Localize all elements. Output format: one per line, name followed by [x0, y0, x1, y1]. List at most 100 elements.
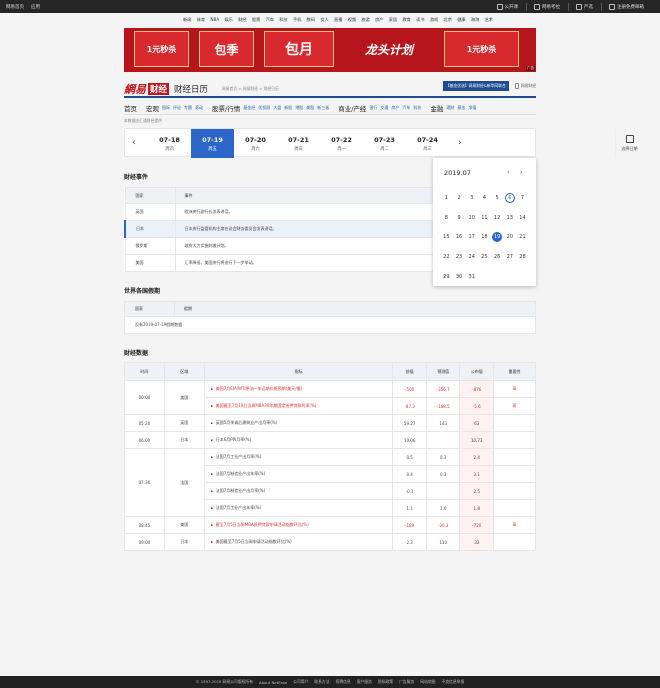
- breadcrumb[interactable]: 网易首页 > 网易财经 > 财经日历: [222, 86, 279, 92]
- date-tab[interactable]: 07-19 周五: [191, 129, 234, 158]
- date-tab[interactable]: 07-20 周六: [234, 129, 277, 158]
- calendar-day[interactable]: 31: [465, 274, 478, 280]
- calendar-day[interactable]: 8: [440, 215, 453, 221]
- subnav-sub[interactable]: 交通: [380, 105, 388, 111]
- calendar-day[interactable]: 14: [516, 215, 529, 221]
- subnav-sub[interactable]: 净值: [468, 105, 476, 111]
- choose-date-button[interactable]: 选择日期: [615, 129, 643, 158]
- subnav-sub[interactable]: 优投顾: [258, 105, 270, 111]
- nav-link[interactable]: 艺术: [485, 17, 493, 23]
- nav-link[interactable]: 北京: [444, 17, 452, 23]
- subnav-sub[interactable]: 汽车: [402, 105, 410, 111]
- nav-link[interactable]: 股票: [252, 17, 260, 23]
- nav-link[interactable]: 财经: [238, 17, 246, 23]
- netease-logo[interactable]: 網易: [124, 81, 146, 97]
- calendar-day[interactable]: 29: [440, 274, 453, 280]
- promo-button[interactable]: 【基金优选】网易财经&新华网联合: [442, 81, 509, 91]
- nav-link[interactable]: 手机: [293, 17, 301, 23]
- subnav-sub[interactable]: 科技: [413, 105, 421, 111]
- subnav-sub[interactable]: 基金: [457, 105, 465, 111]
- calendar-day[interactable]: 7: [516, 195, 529, 201]
- footer-link[interactable]: 联系方法: [314, 679, 329, 685]
- calendar-day[interactable]: 11: [478, 215, 491, 221]
- calendar-day[interactable]: 21: [516, 234, 529, 240]
- calendar-day[interactable]: 27: [503, 254, 516, 260]
- nav-link[interactable]: 视频: [348, 17, 356, 23]
- calendar-day[interactable]: 1: [440, 195, 453, 201]
- nav-link[interactable]: 女人: [320, 17, 328, 23]
- calendar-day[interactable]: 16: [453, 234, 466, 240]
- subnav-main[interactable]: 宏观: [146, 103, 159, 113]
- calendar-day[interactable]: 4: [478, 195, 491, 201]
- picker-prev-icon[interactable]: ‹: [507, 169, 509, 176]
- calendar-day[interactable]: 22: [440, 254, 453, 260]
- nav-link[interactable]: 读书: [416, 17, 424, 23]
- table-row[interactable]: 06:00日本日本6月PPI月率(%)10.06 10.73: [124, 431, 536, 449]
- subnav-sub[interactable]: 理财: [446, 105, 454, 111]
- footer-link[interactable]: 招聘信息: [336, 679, 351, 685]
- promo-card[interactable]: 1元秒杀: [134, 31, 189, 67]
- subnav-sub[interactable]: 银行: [369, 105, 377, 111]
- nav-link[interactable]: 旅游: [361, 17, 369, 23]
- subnav-sub[interactable]: 大盘: [273, 105, 281, 111]
- topbar-link[interactable]: 应用: [31, 5, 40, 10]
- nav-link[interactable]: 海淘: [471, 17, 479, 23]
- footer-link[interactable]: 网站地图: [420, 679, 435, 685]
- promo-card[interactable]: 包月: [264, 31, 334, 67]
- nav-link[interactable]: 数码: [307, 17, 315, 23]
- subnav-main[interactable]: 金融: [430, 103, 443, 113]
- ad-banner[interactable]: 1元秒杀 包季 包月 龙头计划 1元秒杀 广告: [124, 28, 536, 72]
- calendar-day[interactable]: 25: [478, 254, 491, 260]
- calendar-day[interactable]: 23: [453, 254, 466, 260]
- subnav-main[interactable]: 股票/行情: [212, 103, 240, 113]
- next-week-arrow-icon[interactable]: ›: [458, 138, 462, 148]
- nav-link[interactable]: 游戏: [430, 17, 438, 23]
- calendar-day[interactable]: 2: [453, 195, 466, 201]
- subnav-sub[interactable]: 专题: [184, 105, 192, 111]
- prev-week-arrow-icon[interactable]: ‹: [132, 138, 136, 148]
- footer-link[interactable]: 不良信息举报: [441, 679, 464, 685]
- subnav-main[interactable]: 首页: [124, 103, 137, 113]
- subnav-sub[interactable]: 新股: [284, 105, 292, 111]
- table-row[interactable]: 08:45美国截至7月5日当周MBA抵押贷款申请活动指数环比(%)-189-20…: [124, 516, 536, 534]
- nav-link[interactable]: 房产: [375, 17, 383, 23]
- footer-link[interactable]: 隐私政策: [378, 679, 393, 685]
- nav-link[interactable]: NBA: [210, 17, 219, 23]
- promo-card[interactable]: 龙头计划: [344, 31, 434, 67]
- topbar-item[interactable]: 注册免费邮箱: [609, 4, 644, 10]
- nav-link[interactable]: 娱乐: [225, 17, 233, 23]
- nav-link[interactable]: 新闻: [183, 17, 191, 23]
- calendar-day[interactable]: 19: [491, 232, 504, 243]
- table-row[interactable]: 09:00日本美国截至7月5日当周申请活动指数环比(%)2.311033: [124, 533, 536, 551]
- topbar-item[interactable]: 严选: [576, 4, 593, 10]
- footer-link[interactable]: 公司简介: [293, 679, 308, 685]
- calendar-day[interactable]: 26: [491, 254, 504, 260]
- subnav-sub[interactable]: 评论: [173, 105, 181, 111]
- nav-link[interactable]: 直播: [334, 17, 342, 23]
- calendar-day[interactable]: 24: [465, 254, 478, 260]
- date-tab[interactable]: 07-23 周二: [363, 129, 406, 158]
- nav-link[interactable]: 科技: [279, 17, 287, 23]
- topbar-item[interactable]: 公开课: [496, 4, 518, 10]
- subnav-sub[interactable]: 港股: [295, 105, 303, 111]
- calendar-day[interactable]: 9: [453, 215, 466, 221]
- footer-link[interactable]: About NetEase: [259, 680, 287, 685]
- subnav-sub[interactable]: 美股: [306, 105, 314, 111]
- calendar-day[interactable]: 12: [491, 215, 504, 221]
- nav-link[interactable]: 汽车: [266, 17, 274, 23]
- calendar-day[interactable]: 28: [516, 254, 529, 260]
- calendar-day[interactable]: 13: [503, 215, 516, 221]
- subnav-main[interactable]: 商业/产经: [338, 103, 366, 113]
- calendar-day[interactable]: 5: [491, 195, 504, 201]
- promo-card[interactable]: 1元秒杀: [444, 31, 519, 67]
- calendar-day[interactable]: 17: [465, 234, 478, 240]
- calendar-day[interactable]: 6: [503, 192, 516, 203]
- nav-link[interactable]: 家居: [389, 17, 397, 23]
- nav-link[interactable]: 体育: [197, 17, 205, 23]
- subnav-sub[interactable]: 新三板: [317, 105, 329, 111]
- date-tab[interactable]: 07-22 周一: [320, 129, 363, 158]
- subnav-sub[interactable]: 国际: [162, 105, 170, 111]
- footer-link[interactable]: © 1997-2019 网易公司版权所有: [196, 679, 253, 685]
- picker-next-icon[interactable]: ›: [520, 169, 522, 176]
- calendar-day[interactable]: 18: [478, 234, 491, 240]
